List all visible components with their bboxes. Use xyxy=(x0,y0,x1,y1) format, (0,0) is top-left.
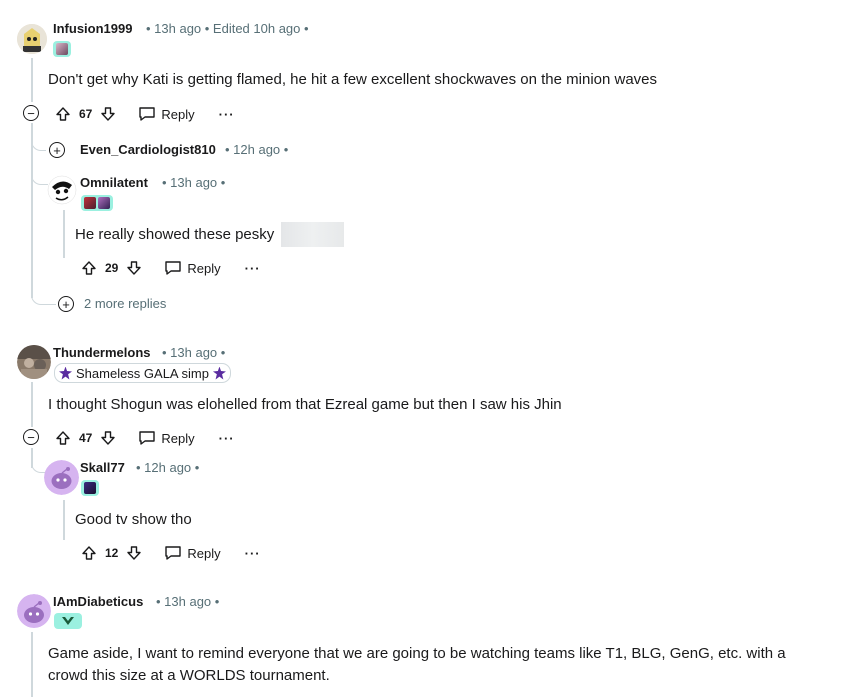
vote-count: 12 xyxy=(105,546,119,560)
reply-button[interactable]: Reply xyxy=(164,260,221,276)
reply-label: Reply xyxy=(161,430,195,446)
more-options-button[interactable]: ··· xyxy=(219,431,235,446)
comment-actions: 47 Reply ··· xyxy=(53,426,235,450)
user-flair xyxy=(81,480,99,496)
comment-body: Good tv show tho xyxy=(75,511,192,528)
more-options-button[interactable]: ··· xyxy=(245,261,261,276)
comment-meta: • 12h ago • xyxy=(225,142,289,157)
downvote-icon[interactable] xyxy=(98,104,118,124)
upvote-icon[interactable] xyxy=(79,543,99,563)
upvote-icon[interactable] xyxy=(79,258,99,278)
comment-icon xyxy=(139,431,156,445)
downvote-icon[interactable] xyxy=(124,258,144,278)
comment-meta: • 13h ago • Edited 10h ago • xyxy=(146,21,309,36)
username-infusion1999[interactable]: Infusion1999 xyxy=(53,21,132,36)
collapse-thread-button[interactable]: − xyxy=(23,429,39,445)
thread-line-c1 xyxy=(31,58,33,102)
reply-label: Reply xyxy=(187,260,221,276)
more-options-button[interactable]: ··· xyxy=(219,107,235,122)
username-iamdiabeticus[interactable]: IAmDiabeticus xyxy=(53,594,143,609)
gala-star-icon xyxy=(212,366,226,380)
flair-image xyxy=(84,197,96,209)
thread-line-c2 xyxy=(31,382,33,427)
comment-meta: • 13h ago • xyxy=(156,594,220,609)
thread-curve-more xyxy=(31,290,56,305)
more-replies-link[interactable]: 2 more replies xyxy=(84,296,166,311)
reply-button[interactable]: Reply xyxy=(138,430,195,446)
flair-text: Shameless GALA simp xyxy=(76,365,209,381)
vote-count: 67 xyxy=(79,107,93,121)
flair-image xyxy=(84,482,96,494)
username-skall77[interactable]: Skall77 xyxy=(80,460,125,475)
thread-curve-collapsed xyxy=(31,140,46,151)
comment-actions: 67 Reply ··· xyxy=(53,102,235,126)
team-logo-icon xyxy=(62,617,74,625)
comment-icon xyxy=(165,546,182,560)
gala-star-icon xyxy=(59,366,72,380)
comment-icon xyxy=(139,107,156,121)
comment-actions: 29 Reply ··· xyxy=(79,256,261,280)
comment-body: Don't get why Kati is getting flamed, he… xyxy=(48,71,658,88)
username-even-cardiologist810[interactable]: Even_Cardiologist810 xyxy=(80,142,216,157)
reply-label: Reply xyxy=(187,545,221,561)
downvote-icon[interactable] xyxy=(124,543,144,563)
vote-count: 47 xyxy=(79,431,93,445)
avatar-thundermelons[interactable] xyxy=(17,345,51,379)
expand-comment-button[interactable]: + xyxy=(49,142,65,158)
collapse-thread-button[interactable]: − xyxy=(23,105,39,121)
comment-body-line2: crowd this size at a WORLDS tournament. xyxy=(48,667,330,684)
thread-line-skall xyxy=(63,500,65,540)
avatar-iamdiabeticus[interactable] xyxy=(17,594,51,628)
downvote-icon[interactable] xyxy=(98,428,118,448)
comment-icon xyxy=(165,261,182,275)
user-flair xyxy=(81,195,113,211)
comment-body: I thought Shogun was elohelled from that… xyxy=(48,396,562,413)
comment-actions: 12 Reply ··· xyxy=(79,541,261,565)
redacted-content xyxy=(281,222,344,247)
comment-body-line1: Game aside, I want to remind everyone th… xyxy=(48,645,786,662)
user-flair xyxy=(54,613,82,629)
username-omnilatent[interactable]: Omnilatent xyxy=(80,175,148,190)
comment-meta: • 12h ago • xyxy=(136,460,200,475)
thread-line-c3 xyxy=(31,632,33,697)
upvote-icon[interactable] xyxy=(53,104,73,124)
user-flair xyxy=(53,41,71,57)
vote-count: 29 xyxy=(105,261,119,275)
flair-image xyxy=(56,43,68,55)
user-flair: Shameless GALA simp xyxy=(54,363,231,383)
comment-meta: • 13h ago • xyxy=(162,345,226,360)
avatar-skall77[interactable] xyxy=(44,460,79,495)
thread-line-omnilatent xyxy=(63,210,65,258)
reply-button[interactable]: Reply xyxy=(164,545,221,561)
more-options-button[interactable]: ··· xyxy=(245,546,261,561)
upvote-icon[interactable] xyxy=(53,428,73,448)
more-replies-icon[interactable]: + xyxy=(58,296,74,312)
comment-body: He really showed these pesky xyxy=(75,226,275,243)
username-thundermelons[interactable]: Thundermelons xyxy=(53,345,151,360)
thread-line-c1-children xyxy=(31,123,33,298)
avatar-omnilatent[interactable] xyxy=(47,175,77,205)
thread-curve-skall xyxy=(31,458,46,473)
comment-meta: • 13h ago • xyxy=(162,175,226,190)
flair-image xyxy=(98,197,110,209)
thread-curve-omnilatent xyxy=(31,172,48,185)
avatar-infusion1999[interactable] xyxy=(17,24,47,54)
reply-button[interactable]: Reply xyxy=(138,106,195,122)
reply-label: Reply xyxy=(161,106,195,122)
